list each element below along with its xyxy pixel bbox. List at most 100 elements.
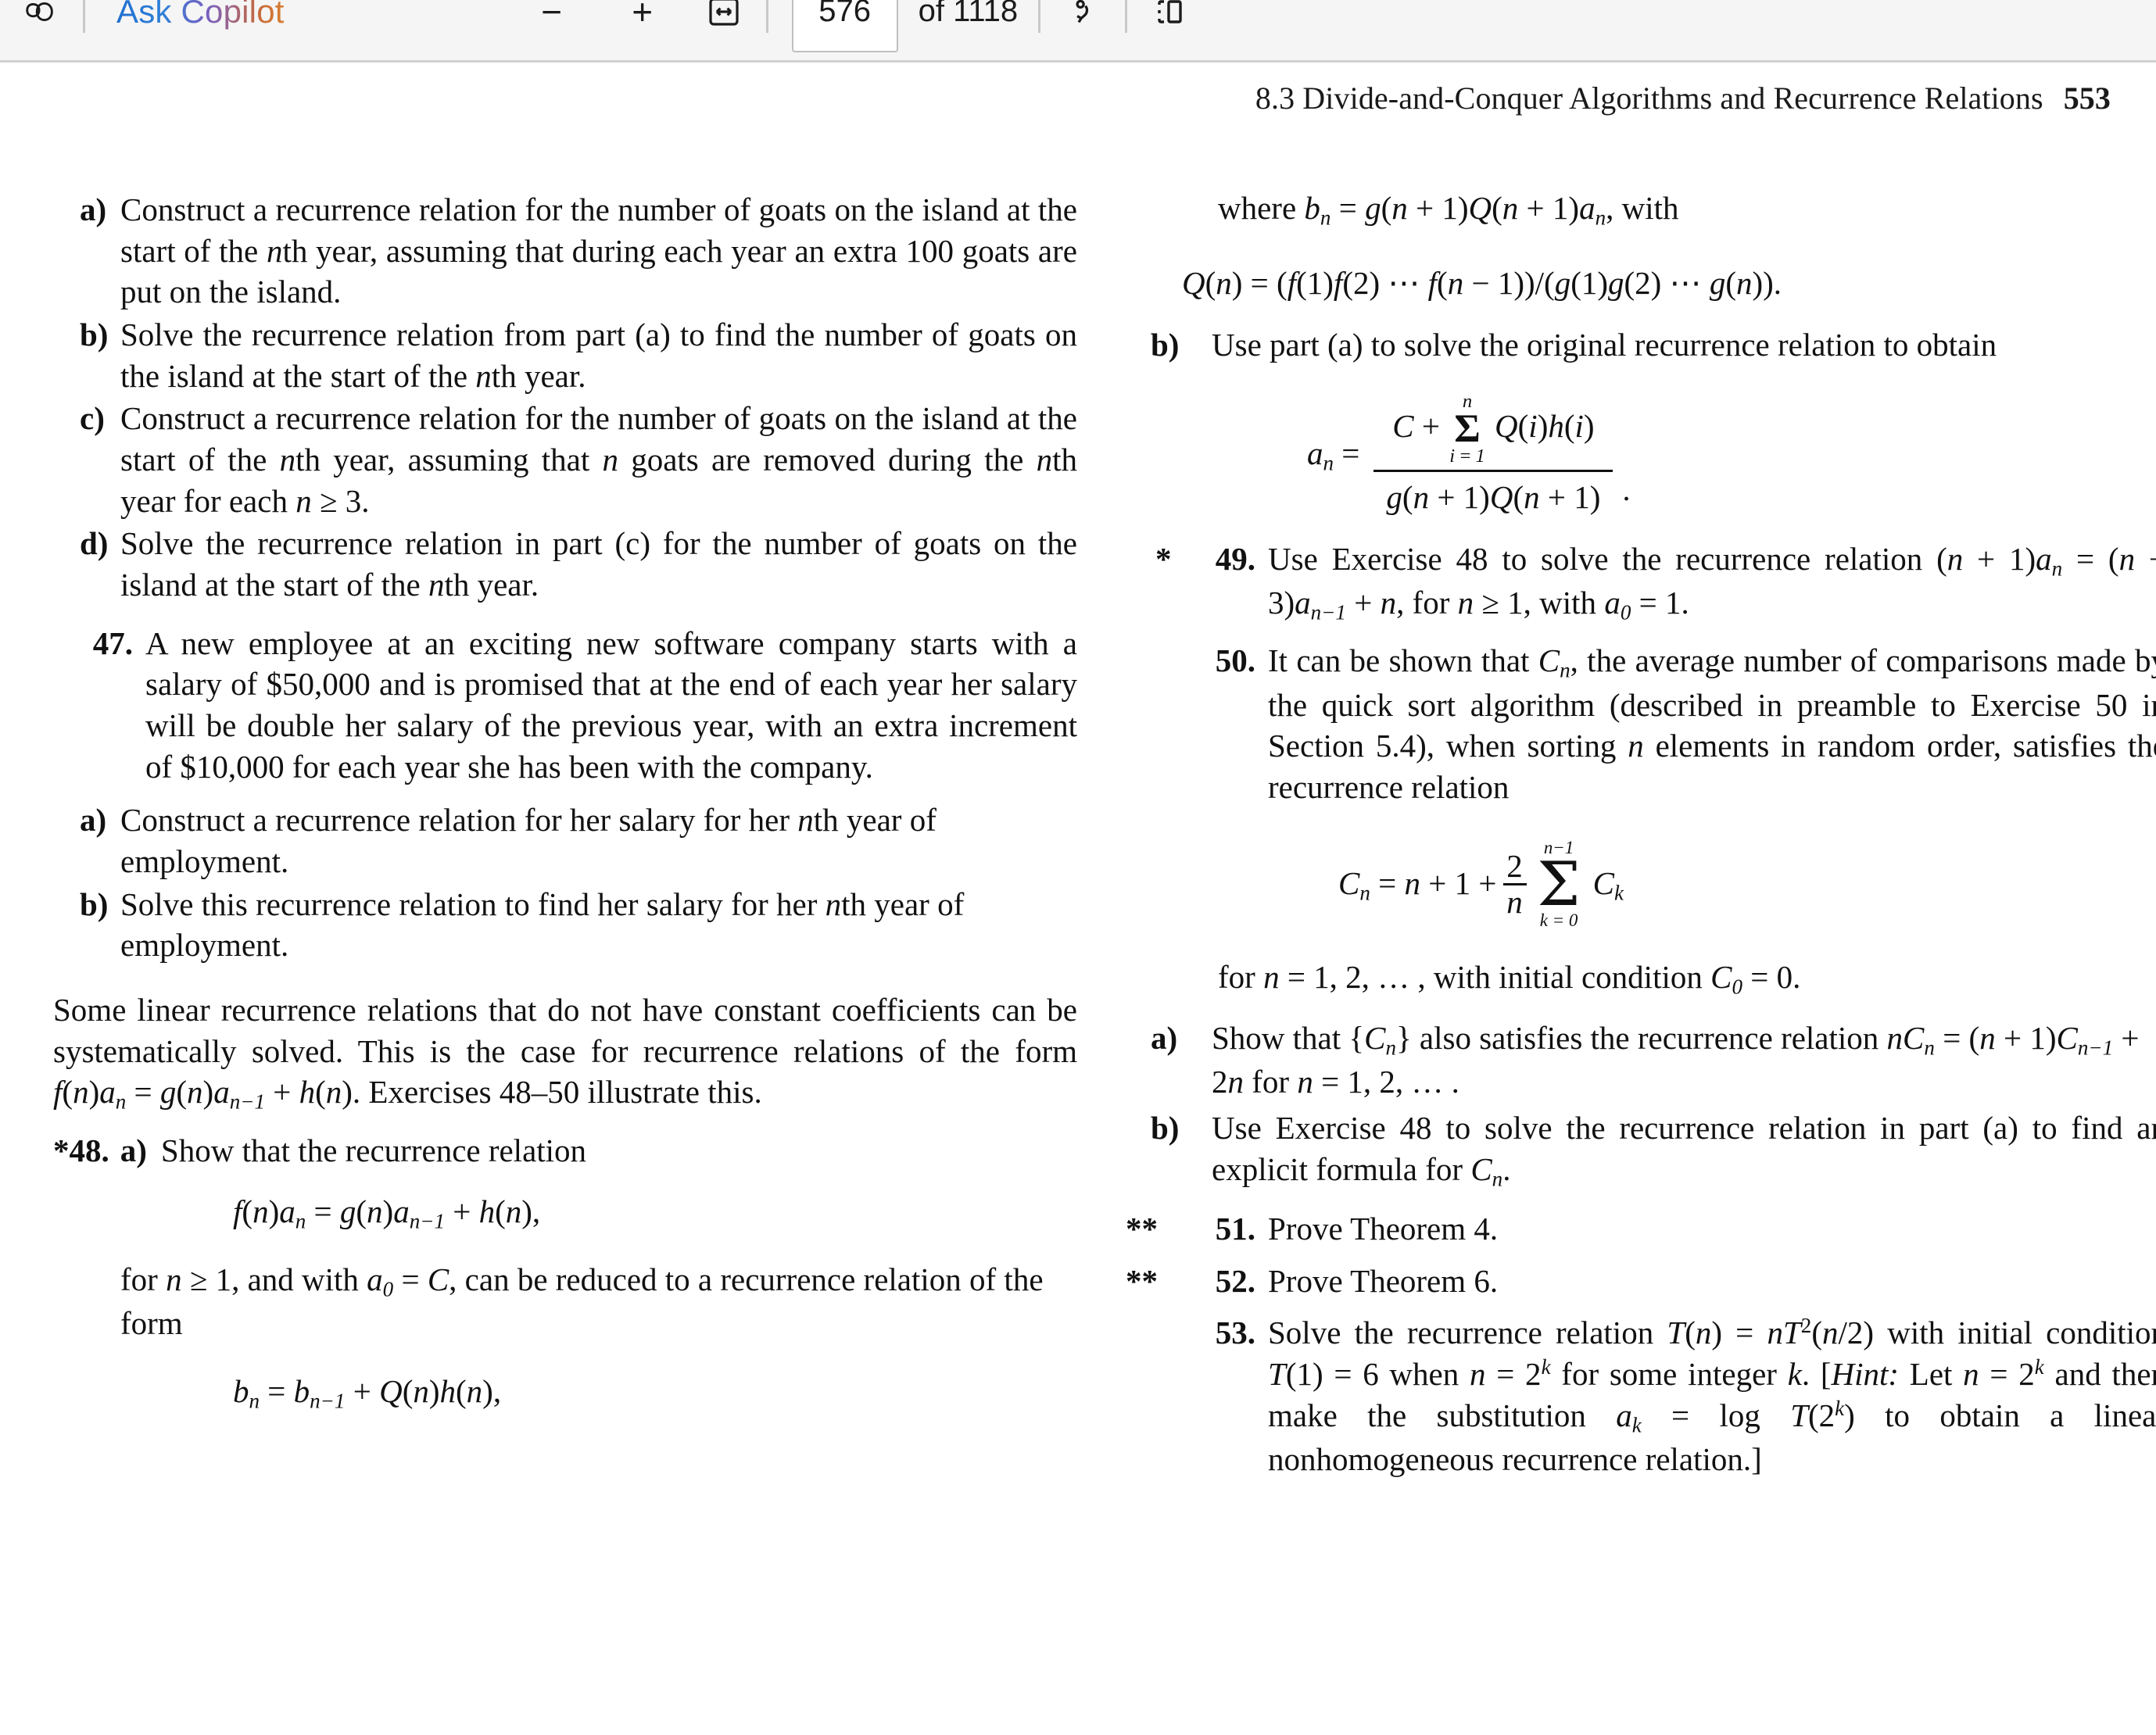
exercise-number: 50. (1215, 642, 1255, 679)
sub-item-letter: b) (1151, 1110, 1180, 1146)
sub-item-text: Construct a recurrence relation for the … (120, 191, 1077, 310)
page-total-label: of 1118 (918, 0, 1019, 28)
exercise-number: 53. (1215, 1315, 1255, 1351)
fraction-lhs: an = (1307, 435, 1360, 475)
zoom-out-button[interactable]: − (530, 0, 574, 34)
fraction: C + n Σ i = 1 Q(i)h(i) g(n + 1)Q(n + 1) (1373, 392, 1613, 518)
pdf-viewer-toolbar: Ask Copilot − + 576 of 1118 (0, 0, 2156, 63)
equation-b-n: bn = bn−1 + Q(n)h(n), (233, 1372, 502, 1413)
exercise-text: Solve the recurrence relation T(n) = nT2… (1268, 1314, 2156, 1478)
exercise-number: 47. (92, 624, 133, 661)
fraction-numerator: C + n Σ i = 1 Q(i)h(i) (1392, 390, 1595, 467)
exercise-text: It can be shown that Cn, the average num… (1268, 642, 2156, 805)
exercise-48: *48. a) Show that the recurrence relatio… (53, 1130, 1077, 1172)
exercise-51: ** 51. Prove Theorem 4. (1126, 1208, 2156, 1250)
exercise-text: Prove Theorem 6. (1268, 1262, 1499, 1299)
fit-to-width-icon (705, 0, 743, 30)
trailing-period: . (1622, 470, 1631, 507)
copilot-sparkle-icon[interactable] (19, 0, 63, 34)
sub-item-text: Solve this recurrence relation to find h… (120, 885, 965, 964)
exercise-text: Prove Theorem 4. (1268, 1211, 1499, 1247)
toolbar-divider-2 (765, 0, 768, 33)
page-layout-icon (1151, 0, 1188, 30)
exercise-number: ** 51. (1126, 1208, 1268, 1250)
right-column: where bn = g(n + 1)Q(n + 1)an, with Q(n)… (1126, 188, 2156, 1480)
fraction-denominator: n (1506, 884, 1523, 921)
two-column-body: a) Construct a recurrence relation for t… (0, 188, 2156, 1719)
star-marker: ** (1126, 1211, 1158, 1247)
sub-item-text: Construct a recurrence relation for the … (120, 400, 1077, 519)
toolbar-divider-3 (1038, 0, 1041, 33)
exercise-text: Use Exercise 48 to solve the recurrence … (1268, 540, 2156, 624)
sub-item-letter: a) (120, 1132, 147, 1168)
exercise-text: A new employee at an exciting new softwa… (145, 624, 1077, 785)
sub-item-text: Show that {Cn} also satisfies the recurr… (1212, 1020, 2140, 1100)
summand: Ck (1592, 864, 1624, 905)
minus-icon: − (541, 0, 563, 32)
sub-item-letter: c) (80, 400, 105, 437)
sub-item-text: Use part (a) to solve the original recur… (1212, 327, 1997, 363)
list-item: b) Use Exercise 48 to solve the recurren… (1151, 1107, 2156, 1193)
summation-icon: n Σ i = 1 (1449, 390, 1485, 467)
pdf-page: 8.3 Divide-and-Conquer Algorithms and Re… (0, 63, 2156, 1735)
sub-item-letter: b) (80, 885, 109, 922)
plus-icon: + (632, 0, 654, 32)
running-head: 8.3 Divide-and-Conquer Algorithms and Re… (0, 80, 2111, 116)
star-marker: ** (1126, 1262, 1158, 1299)
sub-item-letter: a) (1151, 1020, 1178, 1056)
list-item: a) Construct a recurrence relation for h… (53, 800, 1077, 882)
running-head-title: 8.3 Divide-and-Conquer Algorithms and Re… (1255, 80, 2043, 116)
exercise-48-middle-text: for n ≥ 1, and with a0 = C, can be reduc… (120, 1261, 1044, 1342)
exercise-53: 53. Solve the recurrence relation T(n) =… (1151, 1312, 2156, 1480)
exercise-50: 50. It can be shown that Cn, the average… (1151, 640, 2156, 807)
exercise-49: * 49. Use Exercise 48 to solve the recurr… (1151, 538, 2156, 627)
sub-item-text: Use Exercise 48 to solve the recurrence … (1212, 1110, 2156, 1191)
rotate-button[interactable] (1061, 0, 1105, 34)
sub-item-text: Construct a recurrence relation for her … (120, 802, 937, 880)
copilot-group: Ask Copilot (19, 0, 295, 34)
rotate-icon (1065, 0, 1101, 30)
sub-item-text: Solve the recurrence relation in part (c… (120, 525, 1077, 603)
fraction-denominator: g(n + 1)Q(n + 1) (1386, 478, 1601, 515)
ask-copilot-button[interactable]: Ask Copilot (106, 0, 295, 34)
summation-icon: n−1 Σ k = 0 (1537, 837, 1581, 930)
exercise-number: * 49. (1151, 538, 1268, 580)
fraction-two-over-n: 2 n (1502, 848, 1527, 921)
zoom-in-button[interactable]: + (621, 0, 664, 34)
zoom-group: − + (530, 0, 746, 34)
summation-lower-limit: k = 0 (1539, 910, 1578, 930)
exercise-number: *48. (53, 1132, 109, 1168)
exercise-text: Show that the recurrence relation (160, 1132, 587, 1168)
sub-item-letter: a) (80, 802, 107, 839)
ask-copilot-label: Ask Copilot (116, 0, 285, 30)
star-marker: * (53, 1132, 70, 1168)
equation-lhs: Cn = n + 1 + (1338, 864, 1497, 905)
star-marker: * (1155, 540, 1172, 577)
sub-item-text: Solve the recurrence relation from part … (120, 317, 1077, 394)
fraction-numerator: 2 (1506, 848, 1523, 885)
page-layout-button[interactable] (1148, 0, 1191, 34)
exercise-50-condition: for n = 1, 2, … , with initial condition… (1218, 958, 1801, 999)
list-item: c) Construct a recurrence relation for t… (53, 398, 1077, 521)
equation-Q-n: Q(n) = (f(1)f(2) ⋯ f(n − 1))/(g(1)g(2) ⋯… (1182, 265, 1782, 302)
toolbar-divider (83, 0, 85, 33)
page-number-input[interactable]: 576 (791, 0, 898, 52)
exercise-52: ** 52. Prove Theorem 6. (1126, 1261, 2156, 1302)
exercise-number: ** 52. (1126, 1261, 1268, 1302)
page-folio: 553 (2063, 80, 2111, 116)
list-item: d) Solve the recurrence relation in part… (53, 523, 1077, 605)
list-item: a) Show that {Cn} also satisfies the rec… (1151, 1018, 2156, 1103)
preamble-paragraph: Some linear recurrence relations that do… (53, 992, 1077, 1114)
exercise-47: 47. A new employee at an exciting new so… (53, 623, 1077, 788)
toolbar-divider-4 (1125, 0, 1128, 33)
list-item: a) Construct a recurrence relation for t… (53, 189, 1077, 313)
list-item: b) Solve this recurrence relation to fin… (53, 884, 1077, 966)
list-item: b) Use part (a) to solve the original re… (1151, 324, 2156, 366)
equation-a-n-fraction: an = C + n Σ i = 1 Q(i)h(i) g(n + 1)Q(n … (1151, 392, 2156, 518)
equation-C-n-summation: Cn = n + 1 + 2 n n−1 Σ k = 0 Ck (1151, 839, 2156, 930)
equation-f-n-a-n: f(n)an = g(n)an−1 + h(n), (233, 1193, 541, 1233)
sub-item-letter: a) (80, 191, 107, 227)
list-item: b) Solve the recurrence relation from pa… (53, 314, 1077, 396)
fit-to-width-button[interactable] (702, 0, 746, 34)
sub-item-letter: b) (1151, 327, 1180, 363)
